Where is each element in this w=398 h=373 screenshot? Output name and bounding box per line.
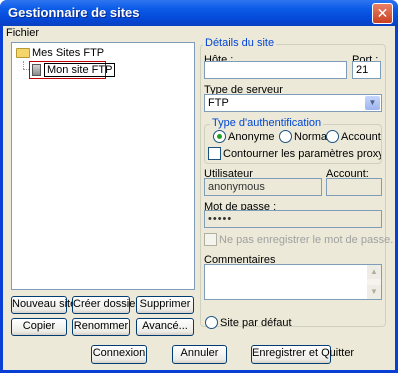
host-input[interactable]	[204, 61, 347, 79]
bypass-proxy-label: Contourner les paramètres proxy / pare-f…	[223, 148, 381, 160]
new-site-button[interactable]: Nouveau site	[11, 296, 76, 314]
dialog-client-area: Fichier Mes Sites FTP Mon site FTP Nouve…	[3, 26, 395, 370]
tree-root-item[interactable]: Mes Sites FTP	[16, 47, 104, 59]
rename-button[interactable]: Renommer	[72, 318, 130, 336]
radio-anonymous-label: Anonyme	[228, 131, 275, 143]
radio-account[interactable]	[326, 130, 339, 143]
site-manager-window: Gestionnaire de sites ✕ Fichier Mes Site…	[0, 0, 398, 373]
server-icon	[32, 64, 41, 77]
default-site-radio[interactable]	[205, 316, 218, 329]
delete-button[interactable]: Supprimer	[136, 296, 194, 314]
auth-type-legend: Type d'authentification	[210, 117, 324, 129]
site-tree[interactable]: Mes Sites FTP Mon site FTP	[11, 42, 195, 290]
server-type-value: FTP	[208, 97, 229, 109]
connect-button[interactable]: Connexion	[91, 345, 147, 364]
create-folder-button[interactable]: Créer dossier	[72, 296, 139, 314]
close-icon[interactable]: ✕	[372, 3, 393, 24]
advanced-button[interactable]: Avancé...	[136, 318, 194, 336]
save-password-label: Ne pas enregistrer le mot de passe.	[219, 234, 394, 246]
comments-textarea[interactable]: ▲ ▼	[204, 264, 382, 300]
tree-root-label: Mes Sites FTP	[32, 47, 105, 59]
password-input[interactable]: •••••	[204, 210, 382, 228]
save-and-quit-button[interactable]: Enregistrer et Quitter	[251, 345, 354, 364]
tree-connector	[23, 61, 24, 69]
title-bar[interactable]: Gestionnaire de sites ✕	[0, 0, 398, 26]
window-title: Gestionnaire de sites	[8, 5, 140, 20]
copy-button[interactable]: Copier	[11, 318, 67, 336]
folder-icon	[16, 48, 30, 59]
save-password-checkbox[interactable]	[204, 233, 217, 246]
default-site-label: Site par défaut	[220, 317, 292, 329]
menu-fichier[interactable]: Fichier	[6, 27, 39, 39]
server-type-select[interactable]: FTP ▼	[204, 94, 382, 112]
radio-account-label: Account	[341, 131, 381, 143]
site-details-legend: Détails du site	[203, 37, 277, 49]
menu-bar: Fichier	[3, 26, 395, 43]
tree-child-label-editor[interactable]: Mon site FTP	[44, 63, 116, 77]
cancel-button[interactable]: Annuler	[172, 345, 227, 364]
scroll-down-icon[interactable]: ▼	[367, 285, 381, 299]
chevron-down-icon[interactable]: ▼	[365, 96, 380, 110]
radio-normal-label: Normal	[294, 131, 330, 143]
comments-scrollbar[interactable]: ▲ ▼	[367, 265, 381, 299]
scroll-up-icon[interactable]: ▲	[367, 265, 381, 279]
radio-normal[interactable]	[279, 130, 292, 143]
port-input[interactable]: 21	[352, 61, 381, 79]
radio-anonymous[interactable]	[213, 130, 226, 143]
account-input[interactable]	[326, 178, 382, 196]
bypass-proxy-checkbox[interactable]	[208, 147, 221, 160]
user-input[interactable]: anonymous	[204, 178, 322, 196]
tree-child-item[interactable]: Mon site FTP	[29, 61, 116, 79]
